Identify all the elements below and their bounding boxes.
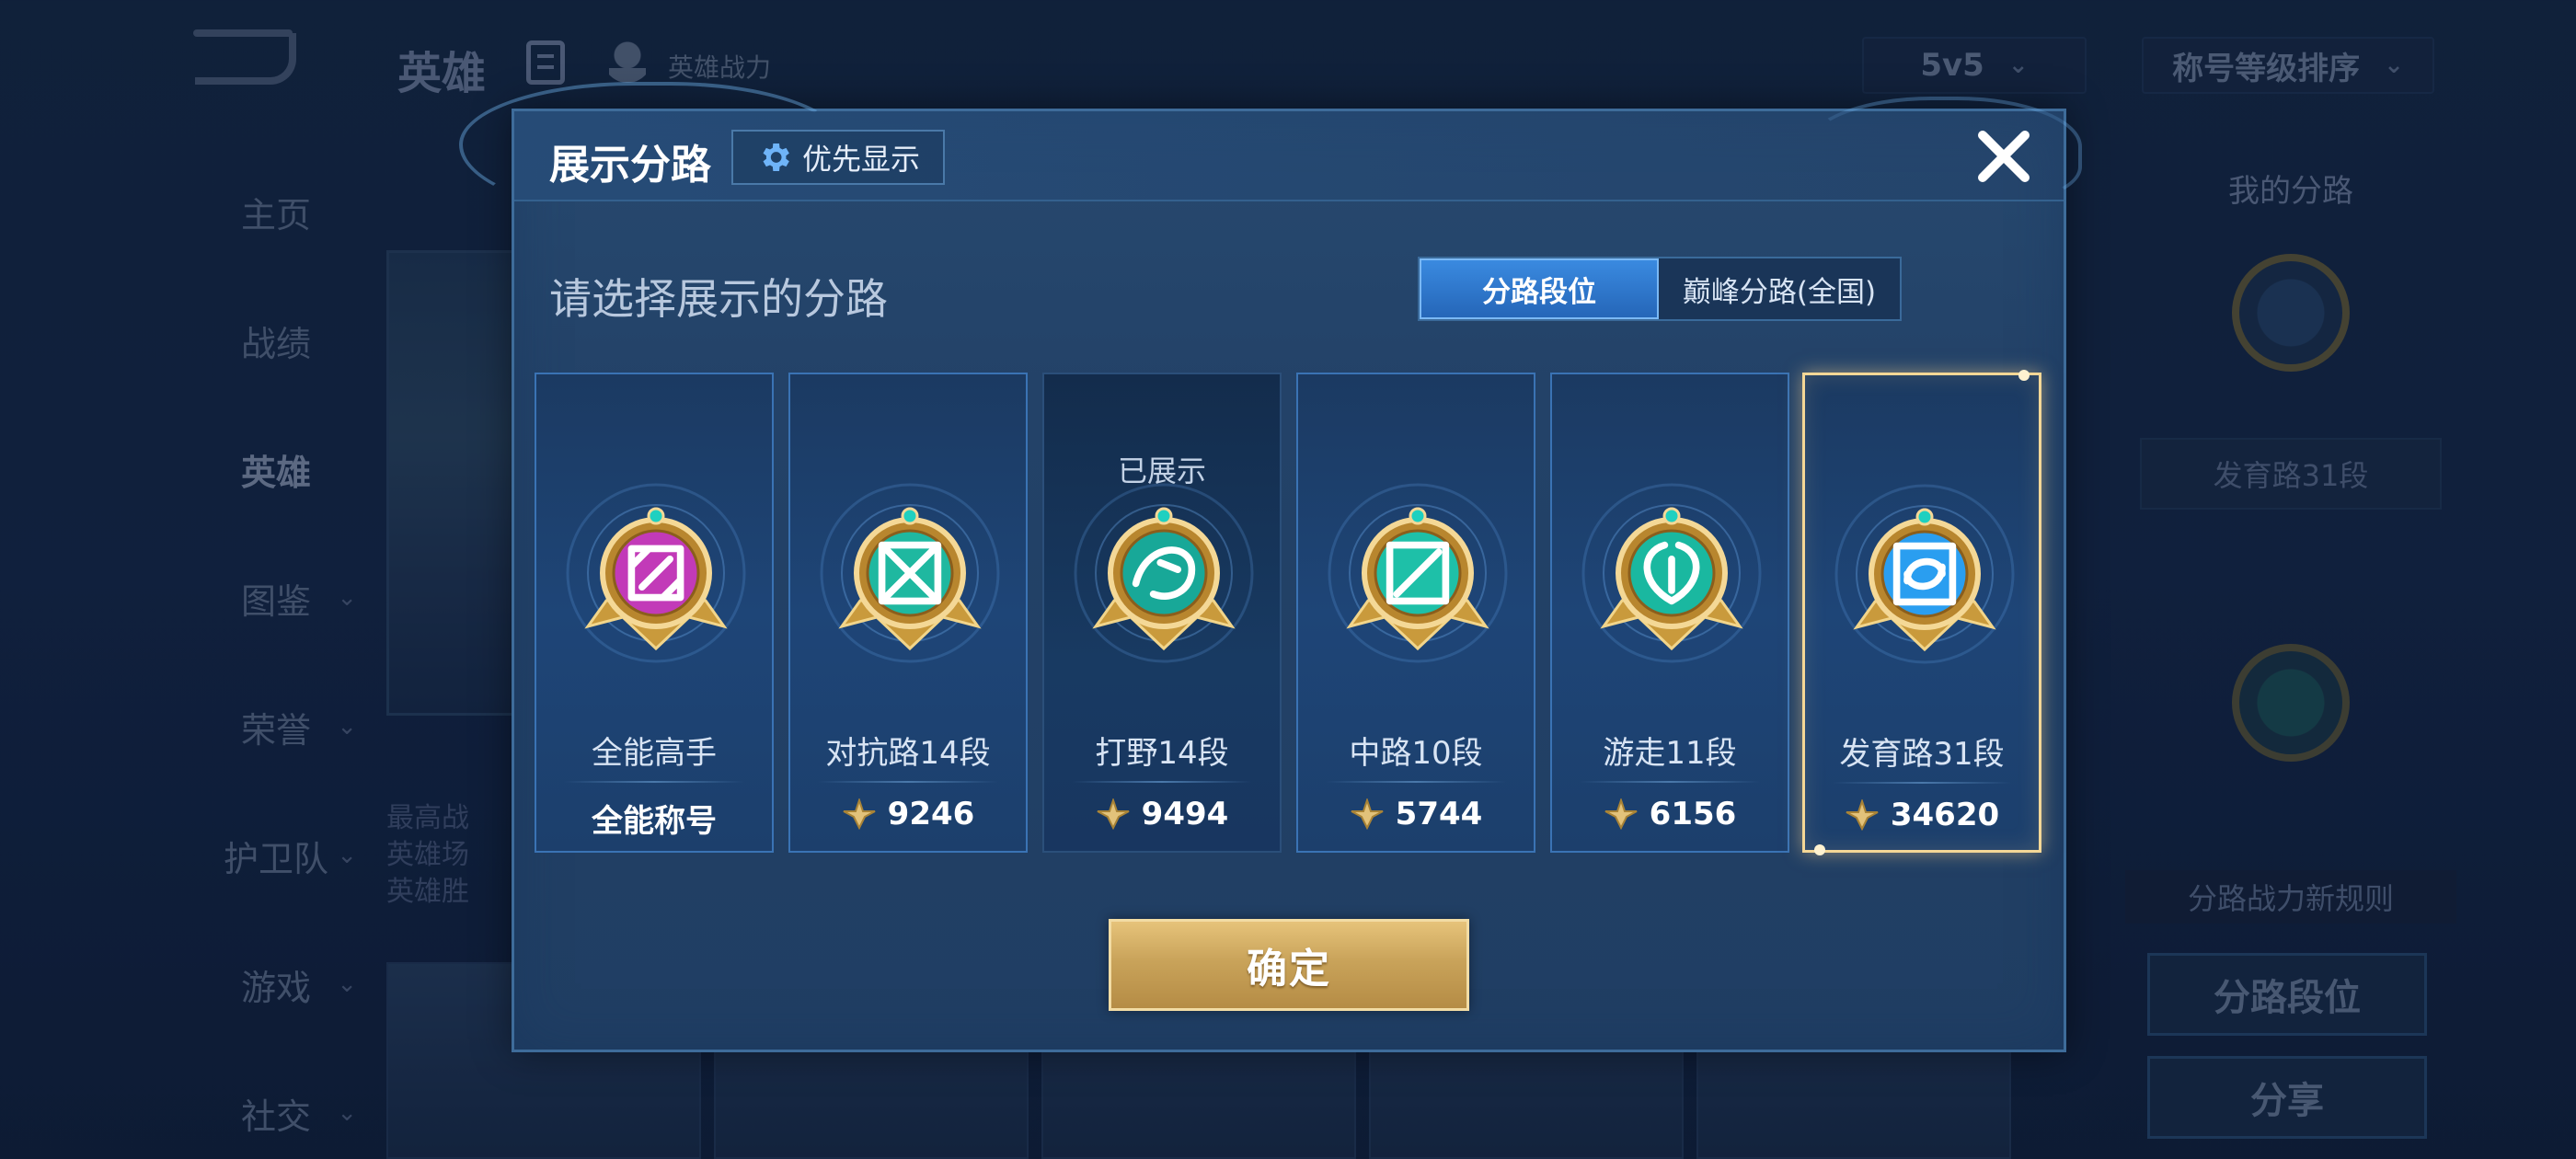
clash-lane-emblem-icon [820, 483, 1000, 663]
dialog-subtitle: 请选择展示的分路 [549, 274, 888, 324]
card-divider [1326, 781, 1506, 783]
lane-power-value: 6156 [1649, 796, 1737, 832]
lane-name: 发育路31段 [1839, 736, 2005, 773]
power-icon [1351, 798, 1384, 830]
jungle-emblem-icon [1074, 483, 1254, 663]
lane-name: 中路10段 [1349, 735, 1483, 772]
lane-card[interactable]: 全能高手 全能称号 [535, 373, 774, 853]
rank-type-toggle: 分路段位 巅峰分路(全国) [1418, 257, 1902, 321]
lane-power-value: 5744 [1395, 796, 1483, 832]
close-icon [1978, 131, 2030, 182]
lane-power: 34620 [1805, 797, 2039, 833]
roam-emblem-icon [1581, 483, 1762, 663]
tab-lane-rank[interactable]: 分路段位 [1420, 258, 1659, 319]
lane-card[interactable]: 已展示 打野14段 9494 [1042, 373, 1282, 853]
all-round-emblem-icon [566, 483, 746, 663]
card-divider [564, 781, 744, 783]
lane-name: 全能高手 [592, 735, 717, 772]
lane-card-list: 全能高手 全能称号 对抗路14段 9246 已展示 打野14段 9494 中路10段 5744 游… [535, 370, 2043, 860]
confirm-button[interactable]: 确定 [1109, 919, 1469, 1011]
power-icon [1604, 798, 1638, 830]
power-icon [1846, 799, 1879, 831]
lane-power-value: 9246 [887, 796, 975, 832]
lane-power-value: 全能称号 [592, 803, 717, 840]
lane-name: 对抗路14段 [825, 735, 991, 772]
mid-lane-emblem-icon [1328, 483, 1508, 663]
lane-power: 5744 [1298, 796, 1534, 832]
power-icon [843, 798, 876, 830]
lane-card[interactable]: 对抗路14段 9246 [788, 373, 1028, 853]
close-button[interactable] [1972, 124, 2036, 189]
lane-power: 9246 [790, 796, 1026, 832]
lane-display-dialog: 展示分路 优先显示 请选择展示的分路 分路段位 巅峰分路(全国) 全能高手全能称… [459, 82, 2082, 1052]
tab-peak-lane[interactable]: 巅峰分路(全国) [1659, 258, 1900, 319]
card-divider [1833, 782, 2011, 784]
lane-power: 9494 [1044, 796, 1280, 832]
lane-power: 6156 [1552, 796, 1788, 832]
lane-power-value: 34620 [1890, 797, 2000, 833]
card-divider [1580, 781, 1760, 783]
power-icon [1097, 798, 1130, 830]
lane-name: 游走11段 [1603, 735, 1737, 772]
gear-icon [763, 143, 789, 171]
priority-display-button[interactable]: 优先显示 [731, 130, 945, 185]
card-divider [818, 781, 998, 783]
priority-display-label: 优先显示 [801, 142, 920, 177]
lane-power: 全能称号 [536, 796, 772, 841]
lane-power-value: 9494 [1141, 796, 1229, 832]
lane-name: 打野14段 [1095, 735, 1229, 772]
card-divider [1072, 781, 1252, 783]
lane-card[interactable]: 发育路31段 34620 [1802, 370, 2041, 855]
lane-card[interactable]: 游走11段 6156 [1550, 373, 1789, 853]
dialog-title: 展示分路 [549, 142, 711, 189]
dialog-header: 展示分路 优先显示 [514, 111, 2064, 201]
lane-card[interactable]: 中路10段 5744 [1296, 373, 1535, 853]
farm-lane-emblem-icon [1834, 484, 2015, 664]
